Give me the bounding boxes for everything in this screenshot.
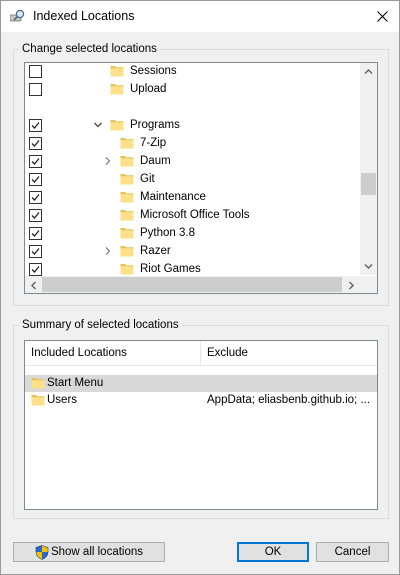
folder-icon bbox=[120, 138, 134, 149]
included-location-cell: Start Menu bbox=[47, 377, 104, 389]
checkmark-icon bbox=[31, 176, 40, 183]
checkmark-icon bbox=[31, 158, 40, 165]
summary-label: Summary of selected locations bbox=[19, 318, 182, 332]
folder-icon bbox=[120, 174, 134, 185]
folder-icon bbox=[120, 210, 134, 221]
checkmark-icon bbox=[31, 122, 40, 129]
checkbox-unchecked[interactable] bbox=[29, 83, 42, 96]
tree-item-label: 7-Zip bbox=[140, 137, 167, 149]
scroll-left-arrow-icon[interactable] bbox=[30, 281, 37, 290]
list-item[interactable]: Start Menu bbox=[25, 375, 377, 392]
tree-vertical-scrollbar[interactable] bbox=[360, 63, 377, 275]
tree-row[interactable]: Upload bbox=[25, 81, 360, 99]
tree-item-label: Upload bbox=[130, 83, 167, 95]
checkbox-checked[interactable] bbox=[29, 209, 42, 222]
tree-row[interactable]: Razer bbox=[25, 243, 360, 261]
title-bar: Indexed Locations bbox=[1, 1, 399, 32]
checkbox-checked[interactable] bbox=[29, 155, 42, 168]
scroll-up-arrow-icon[interactable] bbox=[364, 68, 373, 75]
folder-icon bbox=[120, 228, 134, 239]
tree-item-label: Daum bbox=[140, 155, 171, 167]
cancel-label: Cancel bbox=[334, 546, 371, 558]
uac-shield-icon bbox=[35, 544, 49, 560]
checkbox-checked[interactable] bbox=[29, 137, 42, 150]
close-icon bbox=[376, 11, 388, 22]
tree-horizontal-scroll-thumb[interactable] bbox=[42, 277, 342, 292]
change-locations-label: Change selected locations bbox=[19, 42, 160, 56]
tree-item-label: Razer bbox=[140, 245, 171, 257]
scroll-right-arrow-icon[interactable] bbox=[348, 281, 355, 290]
checkbox-checked[interactable] bbox=[29, 173, 42, 186]
checkmark-icon bbox=[31, 194, 40, 201]
column-divider[interactable] bbox=[200, 341, 201, 365]
folder-icon bbox=[110, 84, 124, 95]
tree-item-label: Sessions bbox=[130, 65, 177, 77]
tree-row[interactable]: Daum bbox=[25, 153, 360, 171]
folder-icon bbox=[110, 66, 124, 77]
tree-item-label: Riot Games bbox=[140, 263, 201, 275]
folder-icon bbox=[31, 378, 45, 389]
tree-item-label: Maintenance bbox=[140, 191, 206, 203]
close-button[interactable] bbox=[365, 1, 399, 32]
folder-icon bbox=[31, 395, 45, 406]
location-tree[interactable]: Sessions Upload Programs 7-Zip Daum Git Mainte… bbox=[24, 62, 378, 294]
show-all-locations-label: Show all locations bbox=[50, 546, 144, 558]
tree-horizontal-scrollbar[interactable] bbox=[25, 276, 360, 293]
list-item[interactable]: Users AppData; eliasbenb.github.io; ... bbox=[25, 392, 377, 409]
tree-row[interactable]: Sessions bbox=[25, 63, 360, 81]
checkmark-icon bbox=[31, 212, 40, 219]
summary-list-header: Included Locations Exclude bbox=[25, 341, 377, 366]
window-title: Indexed Locations bbox=[33, 9, 135, 23]
checkmark-icon bbox=[31, 248, 40, 255]
checkbox-checked[interactable] bbox=[29, 191, 42, 204]
indexed-locations-dialog: Indexed Locations Change selected locati… bbox=[0, 0, 400, 575]
show-all-locations-button[interactable]: Show all locations bbox=[13, 542, 165, 562]
tree-item-label: Programs bbox=[130, 119, 180, 131]
column-included-locations[interactable]: Included Locations bbox=[31, 347, 127, 359]
summary-list[interactable]: Included Locations Exclude Start Menu Use… bbox=[24, 340, 378, 510]
column-exclude[interactable]: Exclude bbox=[207, 347, 248, 359]
included-location-cell: Users bbox=[47, 394, 78, 406]
folder-icon bbox=[120, 264, 134, 275]
scroll-down-arrow-icon[interactable] bbox=[364, 263, 373, 270]
checkbox-checked[interactable] bbox=[29, 263, 42, 276]
checkbox-checked[interactable] bbox=[29, 245, 42, 258]
folder-icon bbox=[120, 246, 134, 257]
tree-item-label: Microsoft Office Tools bbox=[140, 209, 250, 221]
scroll-corner bbox=[360, 276, 377, 293]
tree-row[interactable]: 7-Zip bbox=[25, 135, 360, 153]
change-locations-group: Change selected locations Sessions Upload… bbox=[13, 42, 389, 306]
checkbox-checked[interactable] bbox=[29, 227, 42, 240]
exclude-cell: AppData; eliasbenb.github.io; ... bbox=[207, 394, 371, 406]
tree-row[interactable]: Git bbox=[25, 171, 360, 189]
cancel-button[interactable]: Cancel bbox=[316, 542, 389, 562]
checkmark-icon bbox=[31, 140, 40, 147]
chevron-right-icon[interactable] bbox=[103, 156, 113, 166]
checkmark-icon bbox=[31, 230, 40, 237]
folder-icon bbox=[120, 192, 134, 203]
tree-row[interactable]: Python 3.8 bbox=[25, 225, 360, 243]
tree-row[interactable]: Microsoft Office Tools bbox=[25, 207, 360, 225]
checkbox-unchecked[interactable] bbox=[29, 65, 42, 78]
tree-item-label: Git bbox=[140, 173, 155, 185]
tree-row[interactable]: Programs bbox=[25, 117, 360, 135]
folder-icon bbox=[110, 120, 124, 131]
tree-item-label: Python 3.8 bbox=[140, 227, 195, 239]
folder-icon bbox=[120, 156, 134, 167]
indexing-magnifier-icon bbox=[10, 9, 25, 22]
chevron-down-icon[interactable] bbox=[93, 120, 103, 130]
tree-row[interactable]: Maintenance bbox=[25, 189, 360, 207]
checkmark-icon bbox=[31, 266, 40, 273]
checkbox-checked[interactable] bbox=[29, 119, 42, 132]
tree-row bbox=[25, 99, 360, 117]
ok-label: OK bbox=[264, 546, 282, 558]
chevron-right-icon[interactable] bbox=[103, 246, 113, 256]
ok-button[interactable]: OK bbox=[237, 542, 309, 562]
summary-group: Summary of selected locations Included L… bbox=[13, 318, 389, 519]
tree-vertical-scroll-thumb[interactable] bbox=[361, 173, 376, 195]
